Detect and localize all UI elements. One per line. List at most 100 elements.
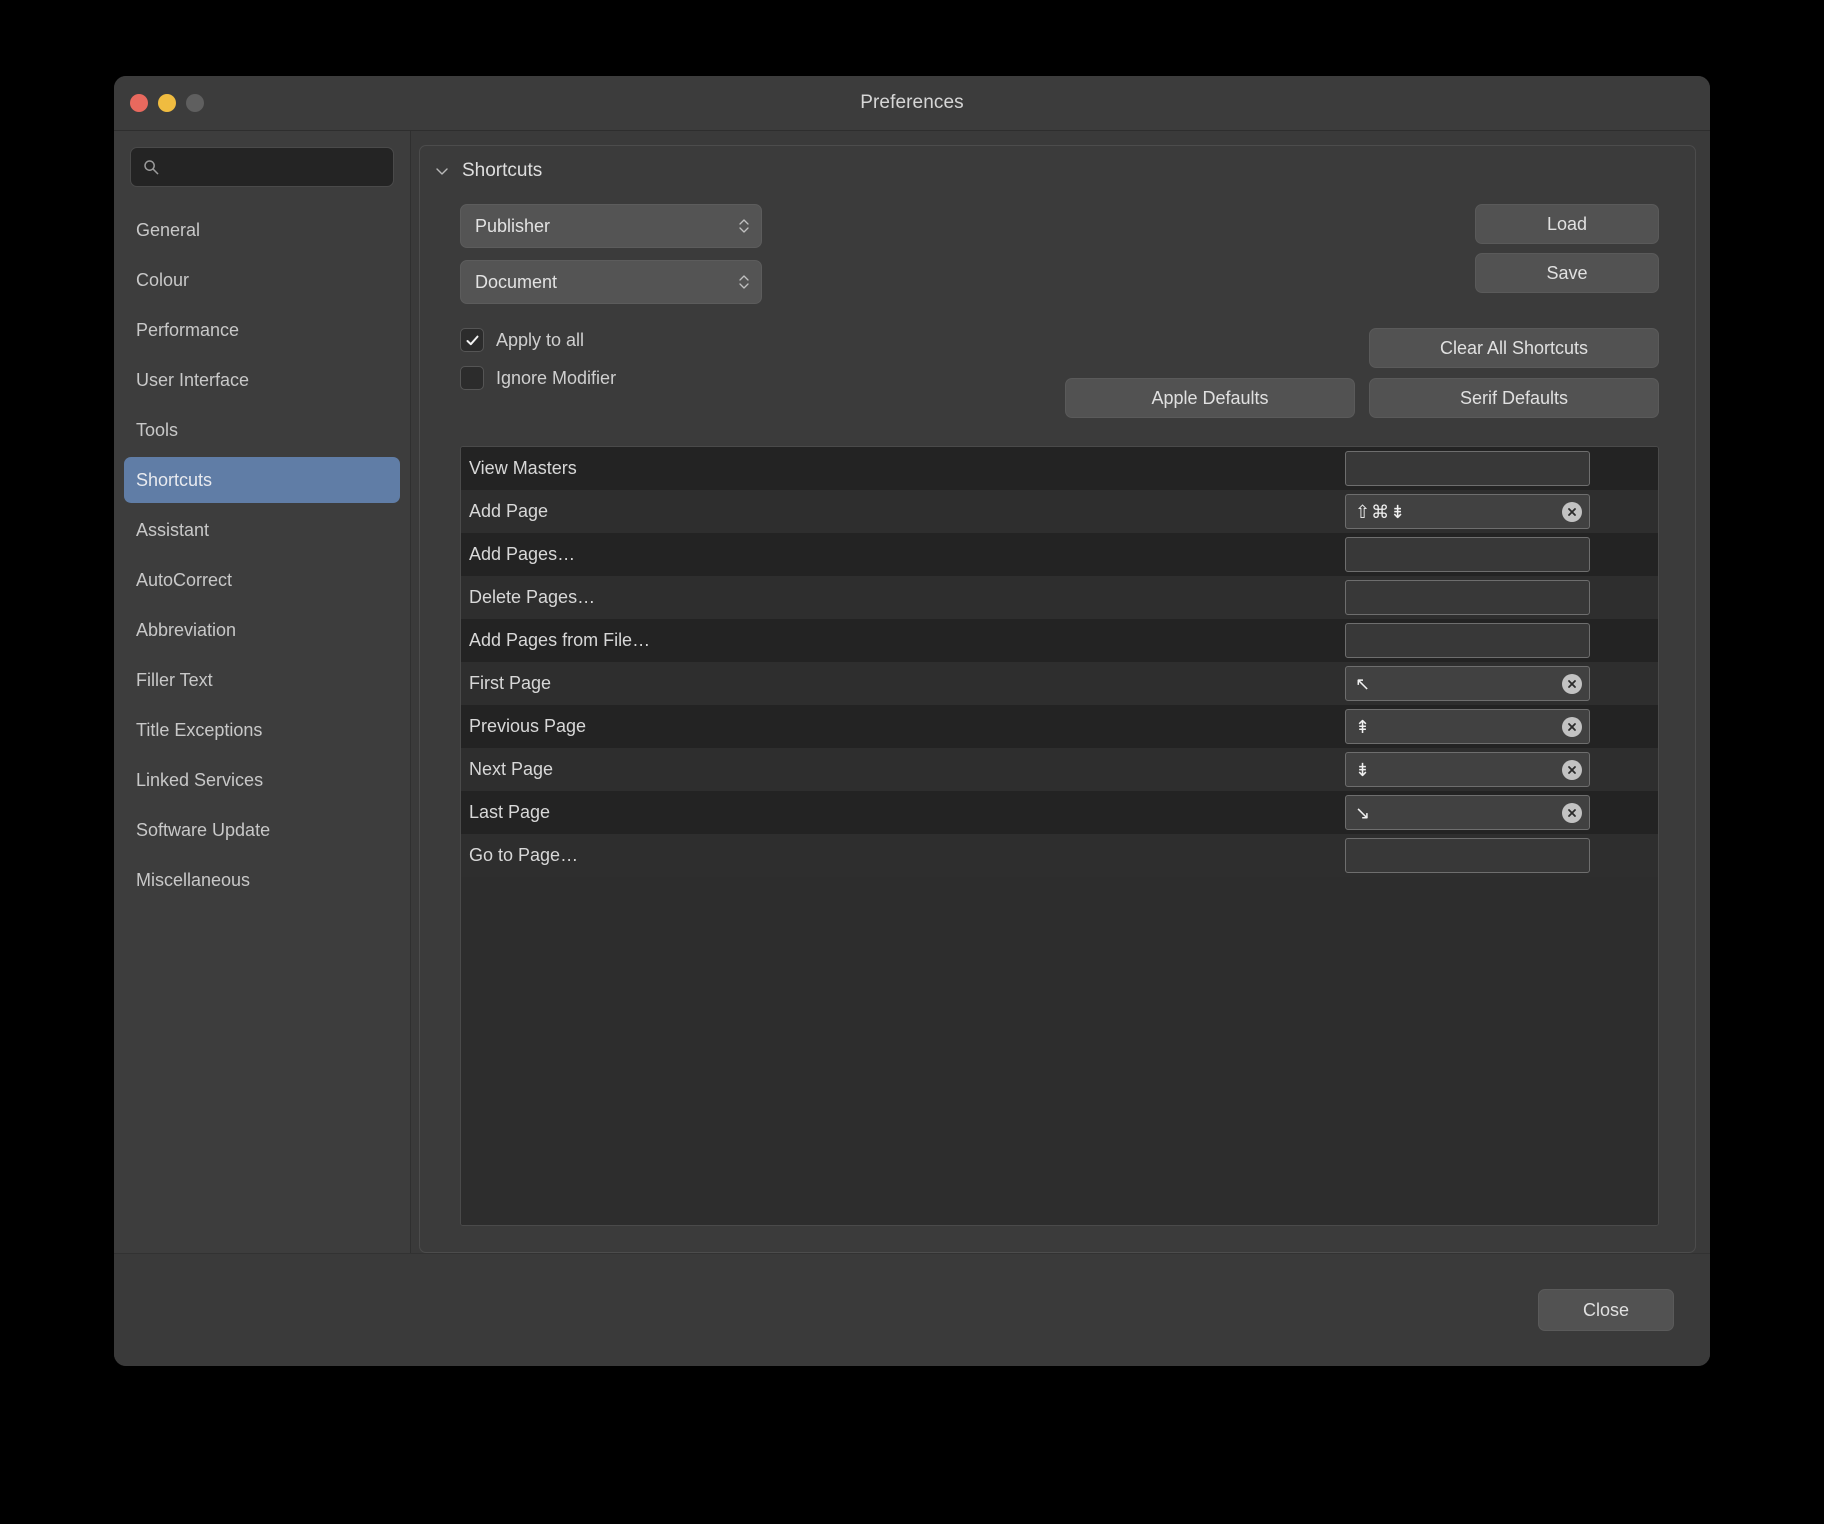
sidebar-item-linked-services[interactable]: Linked Services bbox=[124, 757, 400, 803]
shortcut-command-label: Previous Page bbox=[469, 716, 587, 736]
shortcuts-table-rows: View Masters Add Page ⇧⌘⇟ Add Pages… Delete … bbox=[461, 447, 1658, 877]
sidebar-item-label: AutoCorrect bbox=[136, 569, 233, 590]
window-title: Preferences bbox=[860, 92, 964, 113]
sidebar-item-label: Linked Services bbox=[136, 769, 264, 790]
clear-shortcut-icon[interactable] bbox=[1562, 673, 1582, 694]
shortcut-key-glyphs: ⇧⌘⇟ bbox=[1355, 501, 1407, 522]
shortcut-key-field[interactable] bbox=[1345, 451, 1590, 486]
command-group-popup[interactable]: Document bbox=[460, 260, 762, 304]
checkbox-column: Apply to all Ignore Modifier bbox=[460, 328, 616, 390]
defaults-button-row: Apple Defaults Serif Defaults bbox=[1065, 378, 1659, 418]
shortcut-key-field[interactable]: ↖ bbox=[1345, 666, 1590, 701]
search-box[interactable] bbox=[130, 147, 394, 187]
clear-all-shortcuts-button[interactable]: Clear All Shortcuts bbox=[1369, 328, 1659, 368]
sidebar-item-general[interactable]: General bbox=[124, 207, 400, 253]
ignore-modifier-row[interactable]: Ignore Modifier bbox=[460, 366, 616, 390]
top-controls-row: Publisher Document Load Save bbox=[420, 188, 1695, 304]
shortcut-key-field[interactable]: ⇧⌘⇟ bbox=[1345, 494, 1590, 529]
sidebar-item-performance[interactable]: Performance bbox=[124, 307, 400, 353]
shortcut-command-label: Delete Pages… bbox=[469, 587, 596, 607]
load-save-column: Load Save bbox=[1475, 204, 1659, 304]
sidebar-item-abbreviation[interactable]: Abbreviation bbox=[124, 607, 400, 653]
sidebar-item-filler-text[interactable]: Filler Text bbox=[124, 657, 400, 703]
sidebar-item-list: General Colour Performance User Interface To… bbox=[114, 199, 410, 1253]
sidebar-item-autocorrect[interactable]: AutoCorrect bbox=[124, 557, 400, 603]
window-footer: Close bbox=[114, 1253, 1710, 1366]
table-row[interactable]: Delete Pages… bbox=[461, 576, 1658, 619]
sidebar-item-miscellaneous[interactable]: Miscellaneous bbox=[124, 857, 400, 903]
apply-to-all-row[interactable]: Apply to all bbox=[460, 328, 616, 352]
app-scope-popup[interactable]: Publisher bbox=[460, 204, 762, 248]
shortcut-key-glyphs: ⇟ bbox=[1355, 759, 1372, 780]
close-button[interactable]: Close bbox=[1538, 1289, 1674, 1331]
clear-shortcut-icon[interactable] bbox=[1562, 716, 1582, 737]
shortcut-key-field[interactable] bbox=[1345, 623, 1590, 658]
shortcuts-table: View Masters Add Page ⇧⌘⇟ Add Pages… Delete … bbox=[460, 446, 1659, 1226]
apply-to-all-checkbox[interactable] bbox=[460, 328, 484, 352]
clear-shortcut-icon[interactable] bbox=[1562, 759, 1582, 780]
sidebar-item-user-interface[interactable]: User Interface bbox=[124, 357, 400, 403]
section-title: Shortcuts bbox=[462, 160, 543, 181]
table-row[interactable]: Go to Page… bbox=[461, 834, 1658, 877]
shortcut-key-field[interactable] bbox=[1345, 537, 1590, 572]
content-area: Shortcuts Publisher Document Load Save A… bbox=[411, 131, 1710, 1253]
check-icon bbox=[465, 333, 480, 348]
table-row[interactable]: View Masters bbox=[461, 447, 1658, 490]
save-button[interactable]: Save bbox=[1475, 253, 1659, 293]
sidebar-item-label: Filler Text bbox=[136, 669, 213, 690]
sidebar-search-area bbox=[114, 131, 410, 199]
sidebar-item-label: General bbox=[136, 219, 201, 240]
table-row[interactable]: Last Page ↘ bbox=[461, 791, 1658, 834]
chevron-down-icon[interactable] bbox=[434, 163, 450, 179]
apple-defaults-button[interactable]: Apple Defaults bbox=[1065, 378, 1355, 418]
shortcut-command-label: Add Page bbox=[469, 501, 549, 521]
command-group-popup-value: Document bbox=[475, 271, 558, 292]
clear-shortcut-icon[interactable] bbox=[1562, 802, 1582, 823]
serif-defaults-button[interactable]: Serif Defaults bbox=[1369, 378, 1659, 418]
sidebar-item-title-exceptions[interactable]: Title Exceptions bbox=[124, 707, 400, 753]
sidebar-item-colour[interactable]: Colour bbox=[124, 257, 400, 303]
table-row[interactable]: Add Pages from File… bbox=[461, 619, 1658, 662]
app-scope-popup-value: Publisher bbox=[475, 215, 551, 236]
table-row[interactable]: Add Pages… bbox=[461, 533, 1658, 576]
sidebar-item-label: Abbreviation bbox=[136, 619, 237, 640]
sidebar-item-assistant[interactable]: Assistant bbox=[124, 507, 400, 553]
shortcut-command-label: Add Pages… bbox=[469, 544, 576, 564]
apply-to-all-label: Apply to all bbox=[496, 329, 585, 350]
sidebar-item-label: Software Update bbox=[136, 819, 271, 840]
zoom-window-button[interactable] bbox=[186, 94, 204, 112]
shortcut-key-field[interactable] bbox=[1345, 580, 1590, 615]
minimize-window-button[interactable] bbox=[158, 94, 176, 112]
ignore-modifier-label: Ignore Modifier bbox=[496, 367, 617, 388]
shortcut-key-field[interactable]: ⇟ bbox=[1345, 752, 1590, 787]
table-row[interactable]: Next Page ⇟ bbox=[461, 748, 1658, 791]
window-titlebar: Preferences bbox=[114, 76, 1710, 131]
clear-shortcut-icon[interactable] bbox=[1562, 501, 1582, 522]
table-row[interactable]: First Page ↖ bbox=[461, 662, 1658, 705]
section-header: Shortcuts bbox=[420, 146, 1695, 188]
shortcut-key-field[interactable]: ⇞ bbox=[1345, 709, 1590, 744]
popup-column: Publisher Document bbox=[460, 204, 762, 304]
load-button[interactable]: Load bbox=[1475, 204, 1659, 244]
table-row[interactable]: Add Page ⇧⌘⇟ bbox=[461, 490, 1658, 533]
search-icon bbox=[143, 159, 159, 175]
window-body: General Colour Performance User Interface To… bbox=[114, 131, 1710, 1253]
table-row[interactable]: Previous Page ⇞ bbox=[461, 705, 1658, 748]
shortcut-key-field[interactable] bbox=[1345, 838, 1590, 873]
sidebar-item-shortcuts[interactable]: Shortcuts bbox=[124, 457, 400, 503]
ignore-modifier-checkbox[interactable] bbox=[460, 366, 484, 390]
search-input[interactable] bbox=[159, 158, 393, 176]
traffic-light-group bbox=[130, 76, 204, 130]
sidebar-item-software-update[interactable]: Software Update bbox=[124, 807, 400, 853]
sidebar-item-tools[interactable]: Tools bbox=[124, 407, 400, 453]
sidebar-item-label: Performance bbox=[136, 319, 240, 340]
shortcut-command-label: Add Pages from File… bbox=[469, 630, 651, 650]
screen: Preferences General Colour Performance U… bbox=[0, 0, 1824, 1524]
shortcut-command-label: Go to Page… bbox=[469, 845, 579, 865]
sidebar-item-label: Tools bbox=[136, 419, 179, 440]
shortcut-command-label: View Masters bbox=[469, 458, 577, 478]
close-window-button[interactable] bbox=[130, 94, 148, 112]
sidebar-item-label: Miscellaneous bbox=[136, 869, 251, 890]
shortcut-key-glyphs: ↘ bbox=[1355, 802, 1372, 823]
shortcut-key-field[interactable]: ↘ bbox=[1345, 795, 1590, 830]
